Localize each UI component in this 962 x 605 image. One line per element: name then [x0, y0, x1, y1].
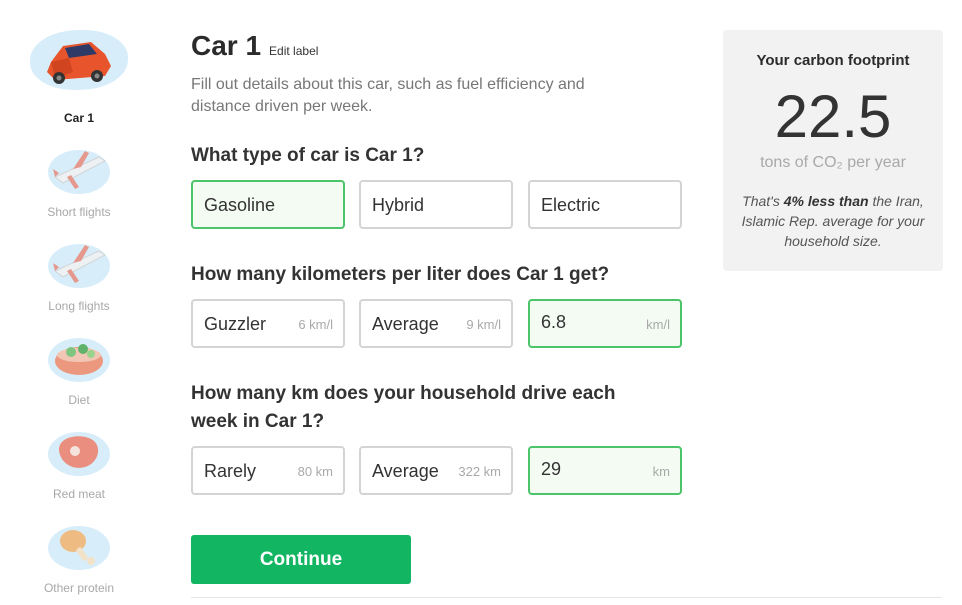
salad-bowl-icon — [55, 344, 103, 375]
airplane-icon — [53, 151, 106, 189]
card-title: Your carbon footprint — [756, 52, 910, 69]
comparison-note: That's 4% less than the Iran, Islamic Re… — [737, 191, 929, 251]
divider — [191, 597, 942, 598]
custom-distance-field[interactable]: km — [528, 446, 682, 495]
option-label: Guzzler — [204, 314, 267, 334]
sidebar-item-label: Red meat — [52, 487, 106, 501]
option-label: Average — [372, 314, 439, 334]
car-icon — [47, 42, 111, 84]
custom-efficiency-field[interactable]: km/l — [528, 299, 682, 348]
option-hint: 80 km — [297, 464, 333, 479]
chicken-leg-icon — [60, 530, 95, 565]
note-highlight: 4% less than — [783, 193, 869, 209]
sidebar-item-short-flights[interactable]: Short flights — [0, 145, 158, 225]
option-rarely[interactable]: Rarely 80 km — [191, 446, 345, 495]
continue-button[interactable]: Continue — [191, 535, 411, 584]
sidebar-item-label: Short flights — [47, 205, 111, 219]
option-hybrid[interactable]: Hybrid — [359, 180, 513, 229]
page-title: Car 1 — [191, 30, 262, 61]
option-label: Gasoline — [204, 195, 276, 215]
note-prefix: That's — [742, 193, 784, 209]
option-hint: 9 km/l — [466, 317, 501, 332]
sidebar-item-long-flights[interactable]: Long flights — [0, 239, 158, 319]
sidebar-item-label: Other protein — [43, 581, 115, 595]
page-description: Fill out details about this car, such as… — [191, 76, 585, 115]
airplane-icon — [53, 245, 106, 283]
carbon-footprint-card: Your carbon footprint 22.5 tons of CO₂ p… — [723, 30, 943, 271]
option-label: Average — [372, 461, 439, 481]
question-fuel-efficiency: How many kilometers per liter does Car 1… — [191, 264, 610, 285]
question-weekly-distance: How many km does your household drive ea… — [191, 383, 616, 432]
sidebar-item-diet[interactable]: Diet — [0, 333, 158, 413]
option-hint: 6 km/l — [298, 317, 333, 332]
title-row: Car 1 Edit label — [191, 30, 318, 62]
sidebar-item-label: Long flights — [48, 299, 110, 313]
footprint-unit: tons of CO₂ per year — [760, 154, 906, 171]
distance-input[interactable] — [541, 459, 621, 480]
sidebar-item-other-protein[interactable]: Other protein — [0, 521, 158, 601]
efficiency-unit: km/l — [646, 317, 670, 332]
sidebar-item-car-1[interactable]: Car 1 — [0, 28, 158, 128]
question-car-type: What type of car is Car 1? — [191, 145, 425, 166]
efficiency-input[interactable] — [541, 312, 621, 333]
option-electric[interactable]: Electric — [528, 180, 682, 229]
option-label: Electric — [541, 195, 601, 215]
option-average-distance[interactable]: Average 322 km — [359, 446, 513, 495]
sidebar-item-label: Diet — [68, 393, 90, 407]
option-gasoline[interactable]: Gasoline — [191, 180, 345, 229]
steak-icon — [59, 436, 99, 468]
footprint-value: 22.5 — [774, 83, 892, 150]
sidebar: Car 1 Short flights Long flights Diet Re… — [0, 0, 158, 605]
distance-unit: km — [652, 464, 670, 479]
option-hint: 322 km — [458, 464, 501, 479]
sidebar-item-label: Car 1 — [63, 111, 95, 125]
sidebar-item-red-meat[interactable]: Red meat — [0, 427, 158, 507]
edit-label-link[interactable]: Edit label — [269, 44, 318, 58]
option-guzzler[interactable]: Guzzler 6 km/l — [191, 299, 345, 348]
option-label: Hybrid — [372, 195, 425, 215]
option-average-efficiency[interactable]: Average 9 km/l — [359, 299, 513, 348]
option-label: Rarely — [204, 461, 257, 481]
